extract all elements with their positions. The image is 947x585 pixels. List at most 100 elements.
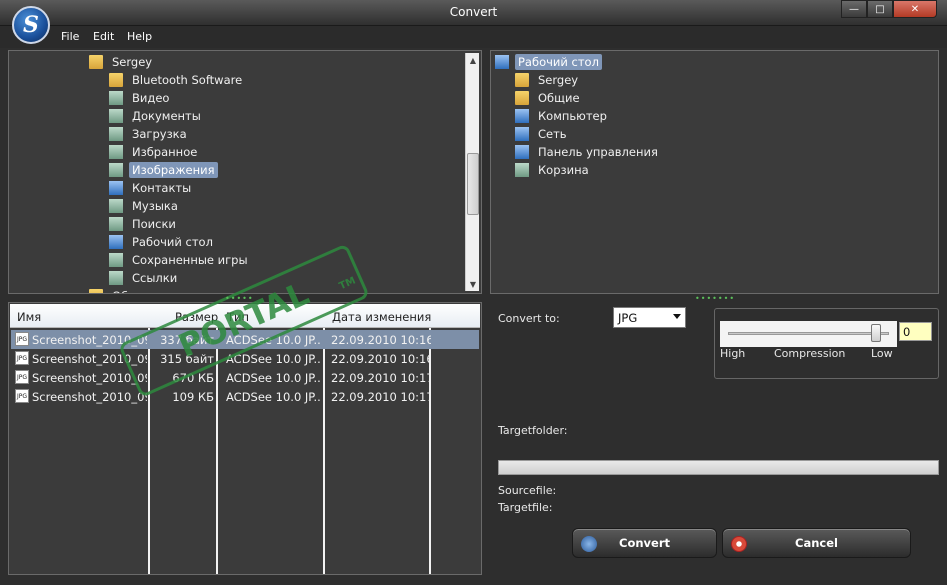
tree-item[interactable]: Загрузка [109,125,190,143]
music-library-icon [109,199,123,213]
logo-letter: S [23,12,39,38]
tree-item[interactable]: Об [89,287,131,293]
app-logo-icon[interactable]: S [12,6,50,44]
tree-item-label: Панель управления [538,145,658,159]
targetfile-label: Targetfile: [498,501,553,514]
downloads-icon [109,127,123,141]
sourcefile-label: Sourcefile: [498,484,557,497]
compression-low-label: Low [871,347,893,360]
splitter-grip[interactable]: ••••• [225,294,254,303]
file-size: 109 КБ [172,390,214,404]
title-bar: Convert — □ ✕ [0,0,947,26]
folder-tree-panel[interactable]: ОбСсылки Сохраненные игры Рабочий стол Поис… [8,50,482,294]
favorites-icon [109,145,123,159]
jpg-file-icon: JPG [15,332,29,346]
tree-item[interactable]: Sergey [515,71,581,89]
window-title: Convert [449,5,498,19]
cancel-icon [731,536,747,552]
column-date[interactable]: Дата изменения [332,310,431,324]
jpg-file-icon: JPG [15,351,29,365]
maximize-button[interactable]: □ [867,0,893,18]
documents-library-icon [109,109,123,123]
tree-root-desktop[interactable]: Рабочий стол [495,53,602,71]
tree-item-label: Bluetooth Software [132,73,243,87]
tree-item[interactable]: Избранное [109,143,200,161]
window-controls: — □ ✕ [841,0,937,18]
file-date: 22.09.2010 10:17 [331,371,431,385]
compression-high-label: High [720,347,746,360]
desktop-folder-icon [109,235,123,249]
tree-item[interactable]: Музыка [109,197,181,215]
tree-item-label: Поиски [132,217,176,231]
tree-item[interactable]: Панель управления [515,143,661,161]
tree-item-label: Документы [132,109,201,123]
tree-item[interactable]: Сохраненные игры [109,251,251,269]
file-type: ACDSee 10.0 JP... [226,352,321,366]
scroll-up-icon[interactable]: ▲ [466,53,480,67]
file-type: ACDSee 10.0 JP... [226,390,321,404]
file-row[interactable]: JPGScreenshot_2010_09... 109 КБ ACDSee 10.… [11,387,479,406]
slider-knob[interactable] [871,324,882,342]
column-name[interactable]: Имя [17,310,41,324]
scroll-down-icon[interactable]: ▼ [466,277,480,291]
tree-item-label: Ссылки [132,271,178,285]
file-date: 22.09.2010 10:16 [331,352,431,366]
compression-value-field[interactable]: 0 [899,322,932,341]
tree-item-label: Sergey [538,73,579,87]
targetfolder-label: Targetfolder: [498,424,568,437]
tree-root-label: Рабочий стол [515,54,602,70]
menu-help[interactable]: Help [127,30,152,43]
tree-item[interactable]: Общие [515,89,583,107]
tree-item-label: Видео [132,91,170,105]
tree-item-label: Рабочий стол [132,235,213,249]
tree-item-label: Компьютер [538,109,607,123]
tree-item[interactable]: Sergey [89,53,155,71]
desktop-tree-panel[interactable]: Рабочий стол Sergey Общие Компьютер Сеть Пане… [490,50,939,294]
watermark-tm: TM [337,275,358,293]
saved-games-icon [109,253,123,267]
folder-icon [515,91,529,105]
tree-item-label: Корзина [538,163,589,177]
tree-item[interactable]: Корзина [515,161,592,179]
scroll-thumb[interactable] [467,153,479,215]
user-folder-icon [515,73,529,87]
file-date: 22.09.2010 10:16 [331,333,431,347]
searches-icon [109,217,123,231]
tree-item[interactable]: Поиски [109,215,179,233]
tree-item[interactable]: Документы [109,107,204,125]
tree-item-label: Об [109,288,131,293]
compression-slider[interactable] [720,321,897,347]
menu-file[interactable]: File [61,30,79,43]
menu-edit[interactable]: Edit [93,30,114,43]
tree-item-label: Загрузка [132,127,187,141]
tree-item-label: Sergey [112,55,153,69]
tree-item[interactable]: Сеть [515,125,570,143]
tree-item[interactable]: Ссылки [109,269,180,287]
folder-icon [89,55,103,69]
tree-item[interactable]: Изображения [109,161,218,179]
tree-item[interactable]: Видео [109,89,172,107]
format-select[interactable]: JPG [613,307,686,328]
links-icon [109,271,123,285]
tree-item[interactable]: Контакты [109,179,194,197]
jpg-file-icon: JPG [15,389,29,403]
tree-item-label: Музыка [132,199,178,213]
tree-item[interactable]: Рабочий стол [109,233,216,251]
tree-item-label: Сохраненные игры [132,253,248,267]
conversion-progress-bar [498,460,939,475]
convert-button[interactable]: Convert [572,528,717,558]
convert-to-label: Convert to: [498,312,560,325]
compression-label: Compression [774,347,846,360]
folder-icon [89,289,103,293]
recycle-bin-icon [515,163,529,177]
cancel-button-label: Cancel [795,536,838,550]
tree-scrollbar[interactable]: ▲ ▼ [465,53,479,291]
minimize-button[interactable]: — [841,0,867,18]
splitter-grip[interactable]: ••••••• [695,294,735,303]
file-row[interactable]: JPGScreenshot_2010_09...670 КБACDSee 10.… [11,368,479,387]
tree-item[interactable]: Компьютер [515,107,610,125]
tree-item[interactable]: Bluetooth Software [109,71,245,89]
close-button[interactable]: ✕ [893,0,937,18]
network-icon [515,127,529,141]
cancel-button[interactable]: Cancel [722,528,911,558]
